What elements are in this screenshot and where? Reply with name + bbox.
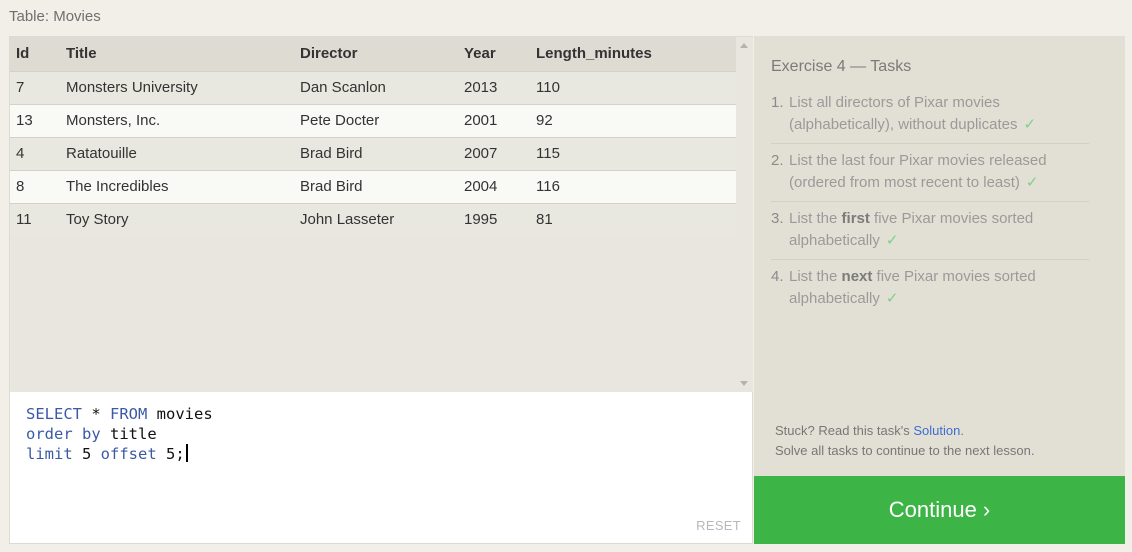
checkmark-icon: ✓ (1023, 116, 1037, 133)
task-item: 3. List the first five Pixar movies sorte… (771, 206, 1089, 260)
cell-id: 4 (16, 145, 25, 162)
sql-token: 5; (156, 445, 185, 463)
reset-button[interactable]: RESET (696, 518, 741, 533)
cell-year: 2007 (464, 145, 498, 162)
cell-length: 115 (536, 145, 560, 162)
sql-code[interactable]: SELECT * FROM movies order by title limit … (26, 404, 213, 464)
task-text: List the last four Pixar movies released… (789, 152, 1047, 191)
table-row: 11 Toy Story John Lasseter 1995 81 (10, 203, 736, 236)
task-text: first (841, 210, 870, 227)
cell-year: 2013 (464, 79, 498, 96)
cell-director: Pete Docter (300, 112, 380, 129)
sql-keyword: by (82, 425, 101, 443)
sql-keyword: FROM (110, 405, 148, 423)
cell-title: The Incredibles (66, 178, 169, 195)
cell-id: 7 (16, 79, 25, 96)
cell-title: Monsters, Inc. (66, 112, 161, 129)
cell-title: Toy Story (66, 211, 129, 228)
column-header-id: Id (16, 45, 30, 63)
stuck-prefix: Stuck? Read this task's (775, 423, 914, 438)
solution-link[interactable]: Solution (913, 423, 960, 438)
sql-editor[interactable]: SELECT * FROM movies order by title limit … (10, 392, 752, 543)
cell-id: 8 (16, 178, 25, 195)
tasks-panel: Exercise 4 — Tasks 1. List all directors … (754, 36, 1125, 476)
sql-keyword: SELECT (26, 405, 82, 423)
cell-director: Dan Scanlon (300, 79, 386, 96)
results-table-container: Id Title Director Year Length_minutes 7 … (10, 37, 736, 392)
stuck-suffix: . (960, 423, 964, 438)
cell-title: Ratatouille (66, 145, 137, 162)
solve-note: Solve all tasks to continue to the next … (775, 443, 1035, 458)
task-text: List the (789, 210, 842, 227)
task-number: 1. (771, 94, 784, 111)
stuck-note: Stuck? Read this task's Solution. Solve … (775, 421, 1034, 461)
cell-director: Brad Bird (300, 145, 363, 162)
cell-year: 2004 (464, 178, 498, 195)
column-header-director: Director (300, 45, 358, 63)
sql-token: 5 (72, 445, 101, 463)
column-header-year: Year (464, 45, 496, 63)
cell-length: 92 (536, 112, 553, 129)
column-header-title: Title (66, 45, 97, 63)
task-text: List all directors of Pixar movies (alph… (789, 94, 1018, 133)
text-caret (185, 444, 188, 462)
checkmark-icon: ✓ (1025, 174, 1039, 191)
cell-director: John Lasseter (300, 211, 395, 228)
table-row: 13 Monsters, Inc. Pete Docter 2001 92 (10, 104, 736, 137)
table-row: 4 Ratatouille Brad Bird 2007 115 (10, 137, 736, 170)
cell-director: Brad Bird (300, 178, 363, 195)
cell-year: 2001 (464, 112, 498, 129)
scroll-down-arrow-icon[interactable] (740, 381, 748, 386)
task-text: next (841, 268, 873, 285)
task-item: 2. List the last four Pixar movies releas… (771, 148, 1089, 202)
table-scrollbar[interactable] (736, 37, 753, 392)
column-header-length: Length_minutes (536, 45, 652, 63)
query-panel: Id Title Director Year Length_minutes 7 … (9, 36, 753, 544)
checkmark-icon: ✓ (885, 232, 899, 249)
cell-id: 13 (16, 112, 33, 129)
sql-keyword: limit (26, 445, 73, 463)
task-text: List the (789, 268, 842, 285)
sql-keyword: order (26, 425, 73, 443)
table-caption: Table: Movies (9, 8, 101, 25)
task-number: 3. (771, 210, 784, 227)
task-list: 1. List all directors of Pixar movies (al… (771, 90, 1089, 321)
task-item: 4. List the next five Pixar movies sorted… (771, 264, 1089, 317)
task-item: 1. List all directors of Pixar movies (al… (771, 90, 1089, 144)
sql-token: movies (147, 405, 213, 423)
task-number: 4. (771, 268, 784, 285)
results-table: Id Title Director Year Length_minutes 7 … (10, 37, 736, 236)
code-line[interactable]: SELECT * FROM movies (26, 404, 213, 424)
cell-length: 116 (536, 178, 560, 195)
cell-year: 1995 (464, 211, 498, 228)
exercise-title: Exercise 4 — Tasks (771, 58, 912, 75)
cell-length: 81 (536, 211, 553, 228)
scroll-up-arrow-icon[interactable] (740, 43, 748, 48)
code-line[interactable]: order by title (26, 424, 213, 444)
sql-keyword: offset (100, 445, 157, 463)
code-line[interactable]: limit 5 offset 5; (26, 444, 213, 464)
cell-title: Monsters University (66, 79, 198, 96)
table-row: 7 Monsters University Dan Scanlon 2013 1… (10, 71, 736, 104)
table-row: 8 The Incredibles Brad Bird 2004 116 (10, 170, 736, 203)
sql-token: * (82, 405, 110, 423)
sql-token: title (100, 425, 157, 443)
cell-id: 11 (16, 211, 32, 228)
task-number: 2. (771, 152, 784, 169)
checkmark-icon: ✓ (885, 290, 899, 307)
cell-length: 110 (536, 79, 560, 96)
table-header-row: Id Title Director Year Length_minutes (10, 37, 736, 71)
continue-button[interactable]: Continue › (754, 476, 1125, 544)
